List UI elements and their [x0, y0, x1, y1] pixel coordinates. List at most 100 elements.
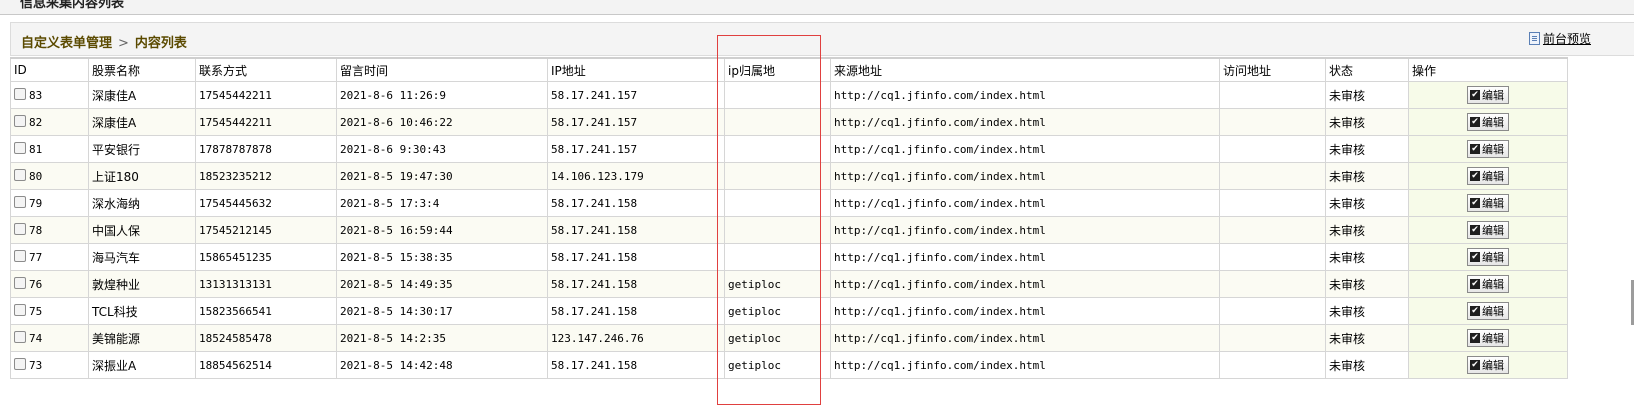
cell-contact: 18854562514: [195, 351, 337, 379]
check-icon: ✔: [1470, 171, 1480, 181]
cell-source-url: http://cq1.jfinfo.com/index.html: [830, 243, 1220, 271]
edit-button[interactable]: ✔ 编辑: [1467, 194, 1509, 212]
row-checkbox[interactable]: [14, 142, 26, 154]
breadcrumb-current: 内容列表: [134, 36, 187, 51]
edit-button[interactable]: ✔ 编辑: [1467, 221, 1509, 239]
cell-contact: 17545445632: [195, 189, 337, 217]
check-icon: ✔: [1470, 333, 1480, 343]
edit-button[interactable]: ✔ 编辑: [1467, 302, 1509, 320]
cell-ip-location: [724, 189, 831, 217]
cell-visit-url: [1219, 270, 1326, 298]
cell-ip-location: [724, 81, 831, 109]
cell-ip: 58.17.241.158: [547, 351, 725, 379]
cell-contact: 15823566541: [195, 297, 337, 325]
cell-ip: 123.147.246.76: [547, 324, 725, 352]
cell-actions: ✔ 编辑: [1408, 324, 1568, 352]
cell-status: 未审核: [1325, 135, 1409, 163]
cell-visit-url: [1219, 189, 1326, 217]
cell-ip: 58.17.241.158: [547, 243, 725, 271]
cell-actions: ✔ 编辑: [1408, 81, 1568, 109]
cell-visit-url: [1219, 216, 1326, 244]
edit-button[interactable]: ✔ 编辑: [1467, 275, 1509, 293]
cell-source-url: http://cq1.jfinfo.com/index.html: [830, 162, 1220, 190]
edit-button[interactable]: ✔ 编辑: [1467, 248, 1509, 266]
window-title-bar: 信息采集内容列表: [0, 0, 1634, 15]
edit-button[interactable]: ✔ 编辑: [1467, 140, 1509, 158]
cell-stock-name: 中国人保: [88, 216, 196, 244]
cell-stock-name: TCL科技: [88, 297, 196, 325]
cell-id: 75: [10, 297, 89, 325]
header-ip-location: ip归属地: [724, 57, 831, 82]
edit-button[interactable]: ✔ 编辑: [1467, 356, 1509, 374]
edit-button[interactable]: ✔ 编辑: [1467, 113, 1509, 131]
edit-button[interactable]: ✔ 编辑: [1467, 167, 1509, 185]
cell-visit-url: [1219, 135, 1326, 163]
cell-ip: 58.17.241.158: [547, 189, 725, 217]
cell-source-url: http://cq1.jfinfo.com/index.html: [830, 351, 1220, 379]
check-icon: ✔: [1470, 252, 1480, 262]
row-checkbox[interactable]: [14, 304, 26, 316]
row-id: 83: [29, 89, 43, 102]
cell-message-time: 2021-8-5 14:49:35: [336, 270, 548, 298]
row-checkbox[interactable]: [14, 358, 26, 370]
row-checkbox[interactable]: [14, 277, 26, 289]
header-stock-name: 股票名称: [88, 57, 196, 82]
table-row: 81 平安银行 17878787878 2021-8-6 9:30:43 58.17.2…: [10, 135, 1568, 163]
table-row: 78 中国人保 17545212145 2021-8-5 16:59:44 58.17.…: [10, 216, 1568, 244]
cell-source-url: http://cq1.jfinfo.com/index.html: [830, 135, 1220, 163]
row-id: 74: [29, 332, 43, 345]
edit-label: 编辑: [1482, 359, 1504, 372]
cell-source-url: http://cq1.jfinfo.com/index.html: [830, 81, 1220, 109]
edit-button[interactable]: ✔ 编辑: [1467, 329, 1509, 347]
cell-id: 82: [10, 108, 89, 136]
breadcrumb: 自定义表单管理 > 内容列表: [21, 32, 187, 51]
cell-status: 未审核: [1325, 243, 1409, 271]
table-row: 79 深水海纳 17545445632 2021-8-5 17:3:4 58.17.24…: [10, 189, 1568, 217]
cell-message-time: 2021-8-6 11:26:9: [336, 81, 548, 109]
edit-label: 编辑: [1482, 116, 1504, 129]
cell-visit-url: [1219, 297, 1326, 325]
document-icon: [1528, 32, 1540, 45]
header-visit-url: 访问地址: [1219, 57, 1326, 82]
cell-ip-location: [724, 162, 831, 190]
preview-link[interactable]: 前台预览: [1528, 30, 1591, 47]
breadcrumb-root-link[interactable]: 自定义表单管理: [21, 36, 112, 51]
cell-ip-location: [724, 216, 831, 244]
cell-message-time: 2021-8-5 15:38:35: [336, 243, 548, 271]
table-row: 80 上证180 18523235212 2021-8-5 19:47:30 14.10…: [10, 162, 1568, 190]
preview-label: 前台预览: [1542, 32, 1591, 46]
cell-status: 未审核: [1325, 189, 1409, 217]
row-id: 78: [29, 224, 43, 237]
row-checkbox[interactable]: [14, 169, 26, 181]
check-icon: ✔: [1470, 117, 1480, 127]
edit-button[interactable]: ✔ 编辑: [1467, 86, 1509, 104]
row-checkbox[interactable]: [14, 88, 26, 100]
check-icon: ✔: [1470, 279, 1480, 289]
cell-ip: 58.17.241.157: [547, 81, 725, 109]
row-checkbox[interactable]: [14, 196, 26, 208]
header-message-time: 留言时间: [336, 57, 548, 82]
row-checkbox[interactable]: [14, 223, 26, 235]
row-checkbox[interactable]: [14, 250, 26, 262]
cell-contact: 13131313131: [195, 270, 337, 298]
row-checkbox[interactable]: [14, 115, 26, 127]
cell-actions: ✔ 编辑: [1408, 216, 1568, 244]
cell-visit-url: [1219, 324, 1326, 352]
cell-ip: 14.106.123.179: [547, 162, 725, 190]
cell-source-url: http://cq1.jfinfo.com/index.html: [830, 297, 1220, 325]
check-icon: ✔: [1470, 198, 1480, 208]
check-icon: ✔: [1470, 144, 1480, 154]
table-row: 76 敦煌种业 13131313131 2021-8-5 14:49:35 58.17.…: [10, 270, 1568, 298]
row-checkbox[interactable]: [14, 331, 26, 343]
cell-visit-url: [1219, 81, 1326, 109]
cell-stock-name: 深康佳A: [88, 81, 196, 109]
check-icon: ✔: [1470, 360, 1480, 370]
cell-id: 73: [10, 351, 89, 379]
cell-source-url: http://cq1.jfinfo.com/index.html: [830, 216, 1220, 244]
cell-message-time: 2021-8-5 14:30:17: [336, 297, 548, 325]
header-id[interactable]: ID: [10, 57, 89, 82]
cell-message-time: 2021-8-5 14:2:35: [336, 324, 548, 352]
cell-message-time: 2021-8-5 16:59:44: [336, 216, 548, 244]
cell-actions: ✔ 编辑: [1408, 108, 1568, 136]
cell-stock-name: 敦煌种业: [88, 270, 196, 298]
